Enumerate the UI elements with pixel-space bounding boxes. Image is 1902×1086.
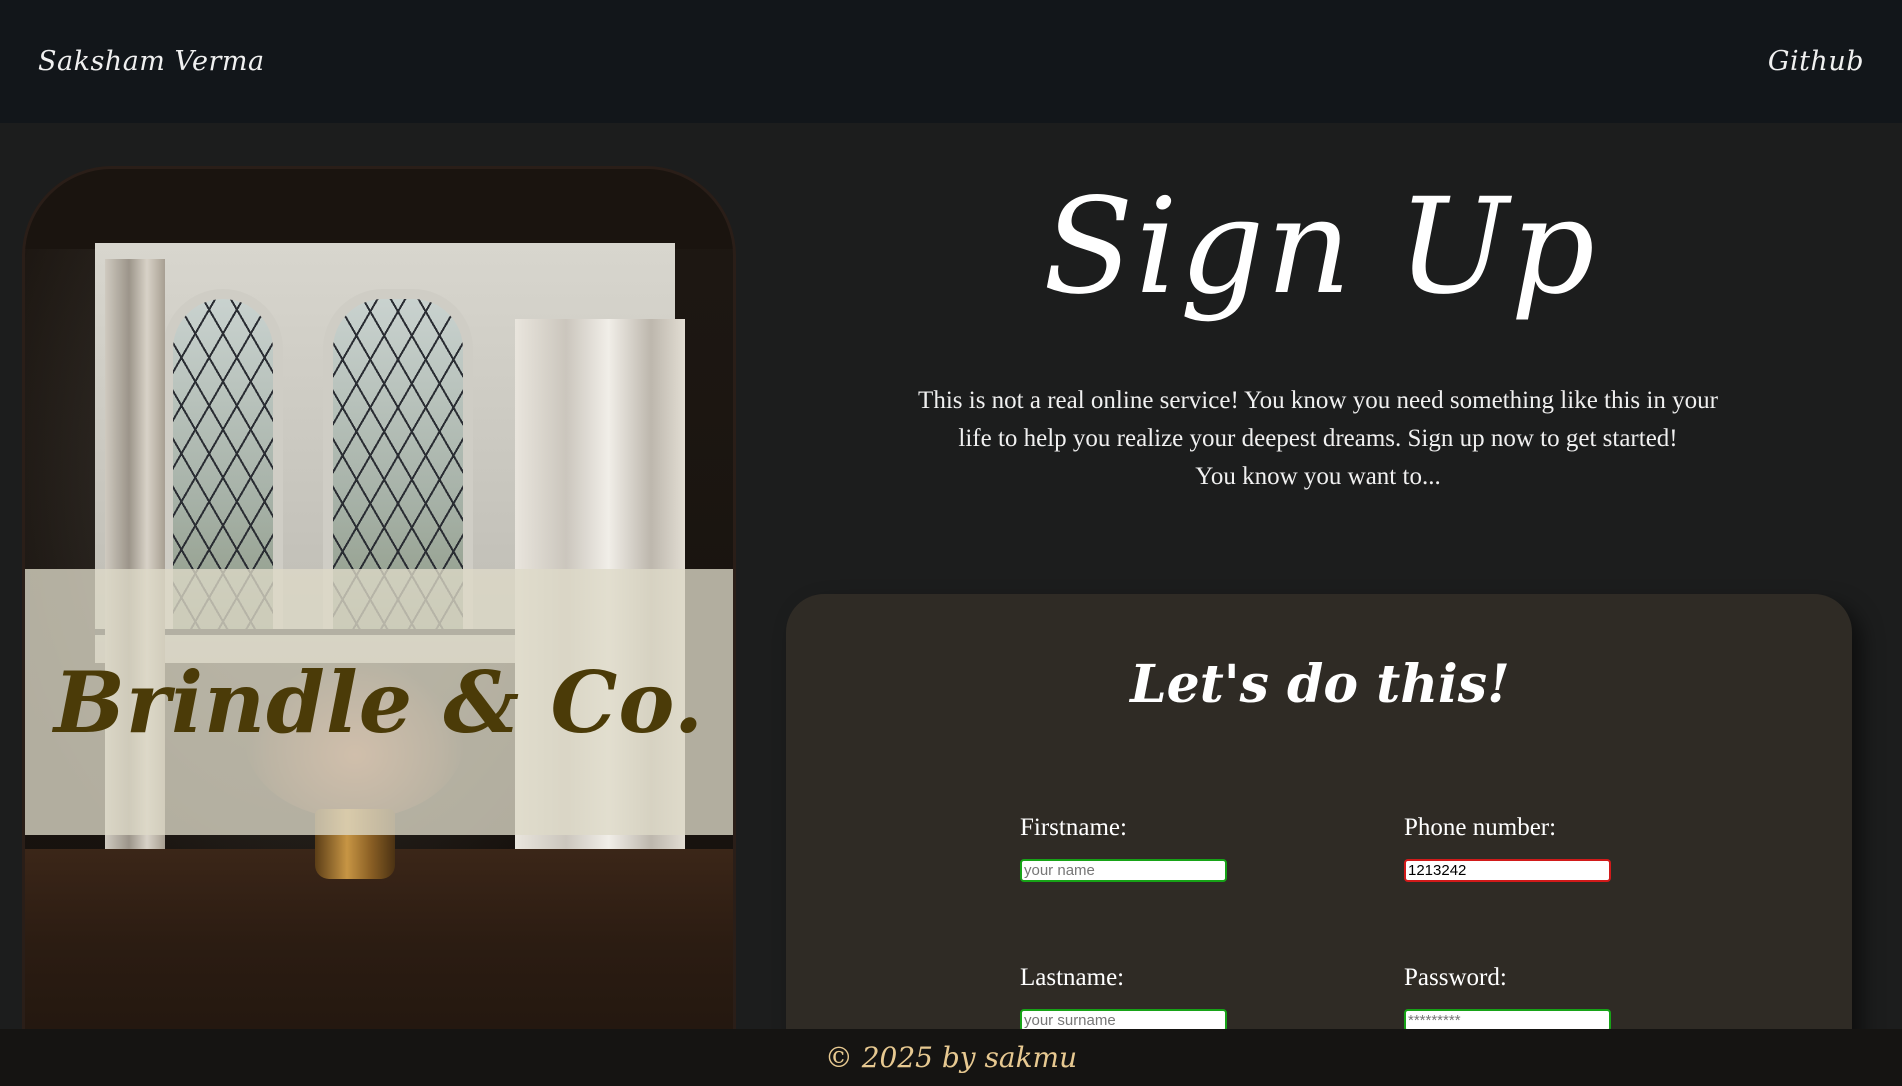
footer-copyright: © 2025 by sakmu — [824, 1041, 1078, 1074]
banner-title: Brindle & Co. — [53, 652, 705, 752]
brand-link[interactable]: Saksham Verma — [38, 46, 265, 77]
page-title: Sign Up — [1043, 170, 1597, 324]
form-title: Let's do this! — [1130, 654, 1510, 715]
ceiling-shadow — [25, 169, 733, 249]
intro-text: This is not a real online service! You k… — [900, 382, 1736, 496]
phone-input[interactable] — [1404, 859, 1611, 882]
github-link[interactable]: Github — [1768, 46, 1864, 77]
footer: © 2025 by sakmu — [0, 1029, 1902, 1086]
intro-tagline: You know you want to... — [1195, 463, 1441, 490]
firstname-label: Firstname: — [1020, 814, 1127, 841]
intro-paragraph: This is not a real online service! You k… — [918, 387, 1718, 452]
firstname-input[interactable] — [1020, 859, 1227, 882]
phone-label: Phone number: — [1404, 814, 1557, 841]
top-nav: Saksham Verma Github — [0, 0, 1902, 123]
lastname-label: Lastname: — [1020, 964, 1125, 991]
brand-banner: Brindle & Co. — [25, 569, 733, 835]
password-label: Password: — [1404, 964, 1507, 991]
hero-image-card: Brindle & Co. — [22, 166, 736, 1086]
